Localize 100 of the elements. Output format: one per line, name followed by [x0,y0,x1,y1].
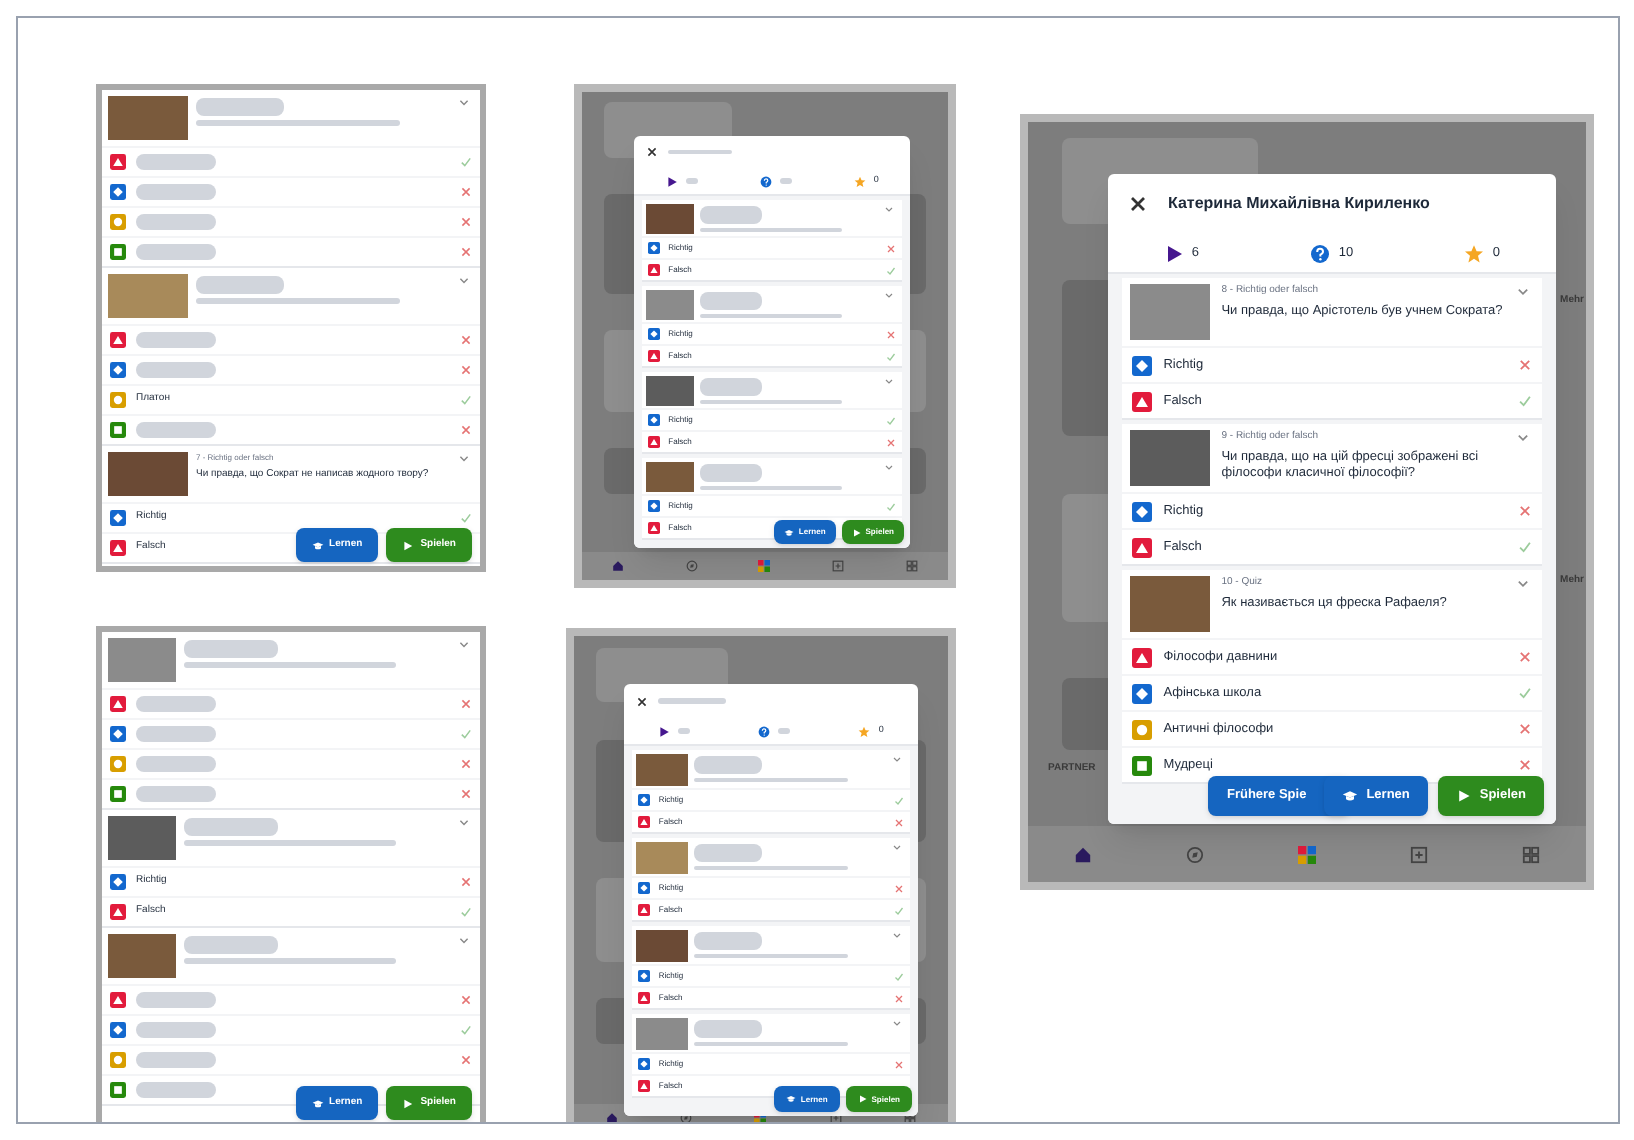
colored-squares-icon[interactable] [758,560,771,572]
blurred-text [694,1020,762,1038]
diamond-icon [1131,683,1152,703]
blurred-text [694,756,762,774]
blurred-text [700,227,843,232]
square-icon [110,786,126,802]
chevron-icon [458,452,470,464]
dialog-title: Катерина Михайлівна Кириленко [1168,192,1430,216]
triangle-icon [110,332,126,348]
star-icon [858,725,871,737]
square-icon [110,1082,126,1098]
colored-squares-icon[interactable] [1297,845,1316,863]
circle-icon [110,214,126,230]
diamond-icon [638,1058,651,1070]
blurred-text [136,183,216,201]
blurred-text [196,98,285,116]
square-icon [110,244,126,260]
photo-placeholder [1129,576,1210,632]
chevron-icon [458,638,470,650]
chevron-icon [891,1018,902,1028]
photo-placeholder [646,376,695,406]
blurred-text [685,178,698,184]
play-icon [665,175,678,187]
home-icon[interactable] [612,560,625,572]
photo-placeholder [108,934,176,978]
play-icon [402,1097,415,1109]
blurred-text [779,178,792,184]
blurred-text [700,485,843,490]
blurred-text [700,292,763,310]
triangle-icon [110,540,126,556]
blurred-text [136,213,216,231]
blurred-text [136,725,216,743]
graduation-cap-icon [311,539,324,551]
triangle-icon [110,992,126,1008]
blurred-text [700,206,763,224]
triangle-icon [1131,391,1152,411]
blurred-text [184,640,278,658]
photo-placeholder [636,842,689,874]
diamond-icon [638,794,651,806]
blurred-text [678,728,691,734]
question-mark-icon [759,175,772,187]
blurred-text [668,149,731,155]
circle-icon [1131,719,1152,739]
circle-icon [110,1052,126,1068]
blurred-text [700,378,763,396]
photo-placeholder [108,274,188,318]
photo-placeholder [636,754,689,786]
diamond-icon [1131,501,1152,521]
blurred-text [658,698,726,704]
square-icon [110,422,126,438]
chevron-icon [891,930,902,940]
photo-placeholder [646,290,695,320]
triangle-icon [648,350,661,362]
blurred-text [196,276,285,294]
blurred-text [136,361,216,379]
blurred-text [136,991,216,1009]
compass-icon[interactable] [680,1112,693,1122]
diamond-icon [110,874,126,890]
close-icon[interactable] [646,146,658,158]
blurred-text [700,464,763,482]
blurred-text [700,399,843,404]
circle-icon [110,392,126,408]
diamond-icon [110,1022,126,1038]
graduation-cap-icon [786,1094,797,1104]
blurred-text [136,755,216,773]
close-icon[interactable] [636,695,648,707]
photo-placeholder [646,204,695,234]
blurred-text [136,1051,216,1069]
chevron-icon [1516,284,1531,298]
triangle-icon [638,904,651,916]
blurred-text [136,785,216,803]
photo-placeholder [108,452,188,496]
diamond-icon [110,510,126,526]
diamond-icon [648,328,661,340]
square-icon [1131,755,1152,775]
play-icon [1163,243,1184,263]
triangle-icon [638,992,651,1004]
triangle-icon [1131,537,1152,557]
diamond-icon [638,970,651,982]
chevron-icon [458,816,470,828]
home-icon[interactable] [605,1112,618,1122]
blurred-text [136,243,216,261]
blurred-text [136,331,216,349]
triangle-icon [638,1080,651,1092]
diamond-icon [638,882,651,894]
photo-placeholder [646,462,695,492]
photo-placeholder [108,638,176,682]
triangle-icon [648,264,661,276]
blurred-text [136,695,216,713]
diamond-icon [1131,355,1152,375]
photo-placeholder [636,930,689,962]
triangle-icon [110,904,126,920]
diamond-icon [648,242,661,254]
close-icon[interactable] [1128,194,1148,214]
photo-placeholder [108,96,188,140]
chevron-icon [883,462,894,472]
blurred-text [694,932,762,950]
home-icon[interactable] [1074,845,1093,863]
triangle-icon [638,816,651,828]
circle-icon [110,756,126,772]
